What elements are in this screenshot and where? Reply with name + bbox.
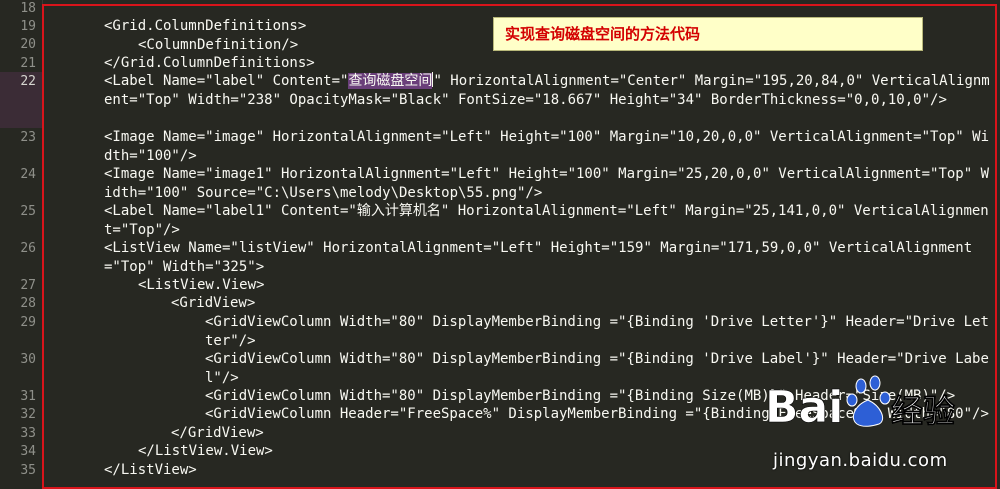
code-line: <Image Name="image" HorizontalAlignment=… xyxy=(104,129,990,164)
code-line: <GridViewColumn Width="80" DisplayMember… xyxy=(205,314,989,349)
line-number: 24 xyxy=(20,167,36,182)
code-line: <ListView.View> xyxy=(138,277,265,293)
line-number: 18 xyxy=(20,1,36,16)
watermark-url: jingyan.baidu.com xyxy=(773,450,948,471)
annotation-callout: 实现查询磁盘空间的方法代码 xyxy=(493,17,923,51)
line-number: 35 xyxy=(20,463,36,478)
svg-text:Bai: Bai xyxy=(765,382,843,433)
line-number: 28 xyxy=(20,296,36,311)
line-number: 20 xyxy=(20,37,36,52)
code-line: </Grid.ColumnDefinitions> xyxy=(104,55,315,71)
line-number: 30 xyxy=(20,352,36,367)
line-number: 26 xyxy=(20,241,36,256)
line-number: 22 xyxy=(20,74,36,89)
code-line: <ListView Name="listView" HorizontalAlig… xyxy=(104,240,973,275)
line-number: 29 xyxy=(20,315,36,330)
line-number: 32 xyxy=(20,407,36,422)
baidu-logo: Bai 经验 xyxy=(765,375,955,433)
code-line: <Image Name="image1" HorizontalAlignment… xyxy=(104,166,990,201)
line-number: 25 xyxy=(20,204,36,219)
svg-text:经验: 经验 xyxy=(891,392,955,430)
line-number: 33 xyxy=(20,426,36,441)
code-editor[interactable]: 18 19 20 21 22 23 24 25 26 27 28 29 30 3… xyxy=(0,0,1000,489)
line-number: 31 xyxy=(20,389,36,404)
line-number: 34 xyxy=(20,444,36,459)
baidu-watermark: Bai 经验 jingyan.baidu.com xyxy=(765,370,990,480)
line-number: 21 xyxy=(20,56,36,71)
code-line: <GridView> xyxy=(171,295,256,311)
line-number-gutter: 18 19 20 21 22 23 24 25 26 27 28 29 30 3… xyxy=(0,0,43,484)
code-line-current: <Label Name="label" Content="查询磁盘空间" Hor… xyxy=(104,72,990,108)
selected-text[interactable]: 查询磁盘空间 xyxy=(348,73,433,89)
line-number: 19 xyxy=(20,19,36,34)
line-number: 27 xyxy=(20,278,36,293)
line-number: 23 xyxy=(20,130,36,145)
callout-text: 实现查询磁盘空间的方法代码 xyxy=(505,25,701,43)
code-line: <Label Name="label1" Content="输入计算机名" Ho… xyxy=(104,203,989,238)
